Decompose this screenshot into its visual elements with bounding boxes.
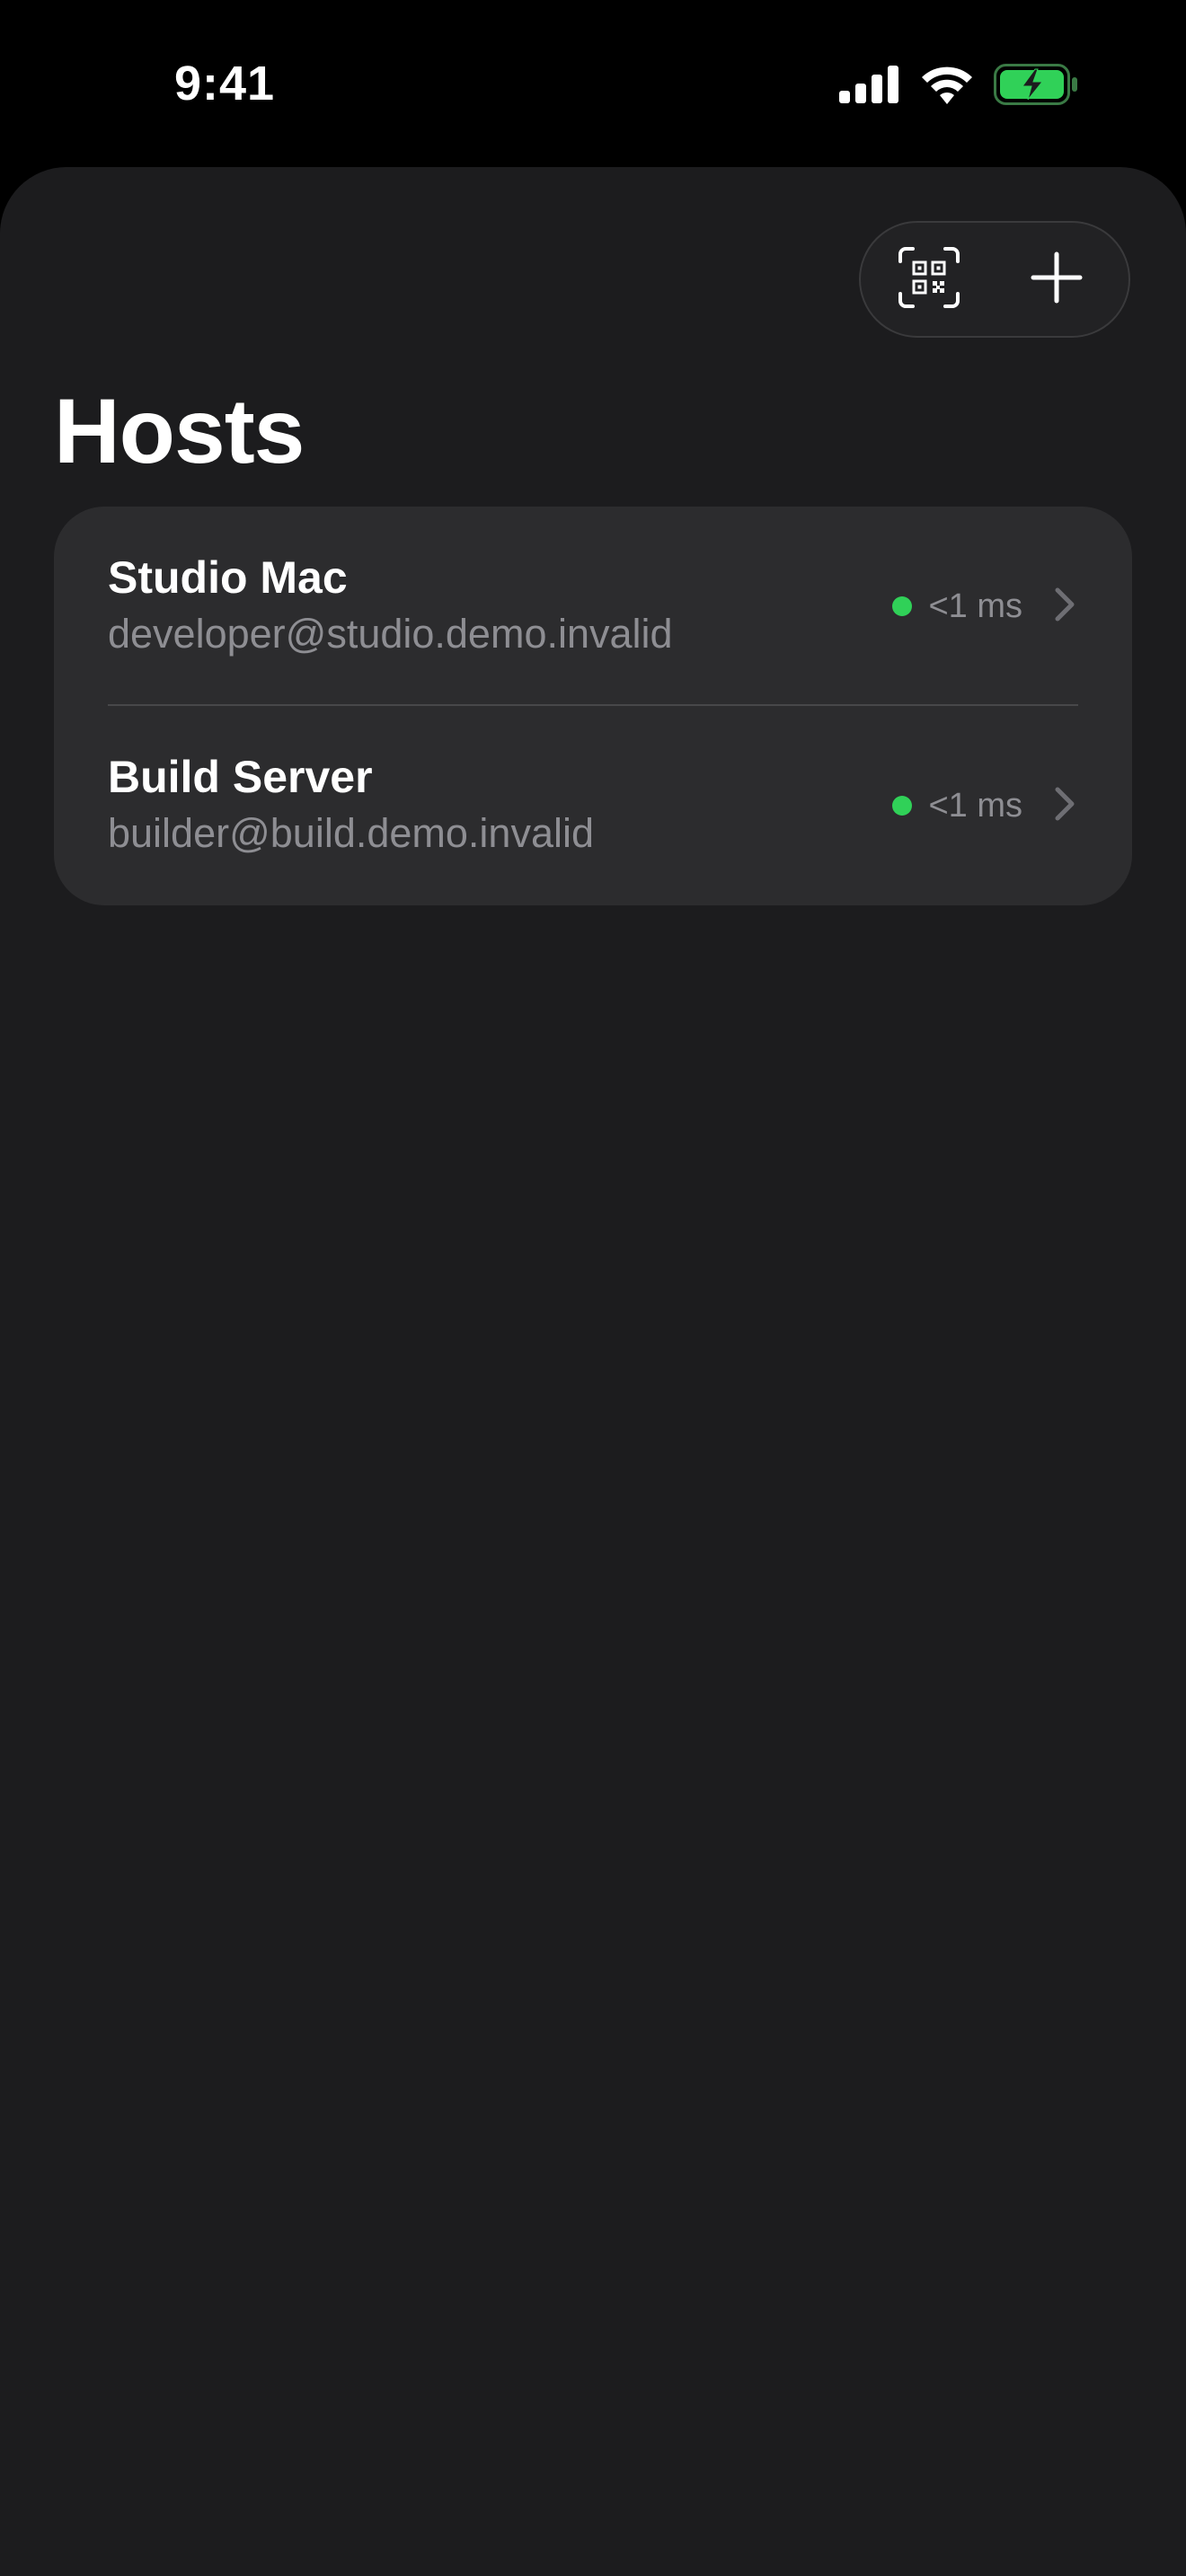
hosts-list: Studio Mac developer@studio.demo.invalid…	[54, 507, 1132, 905]
scan-qr-button[interactable]	[895, 245, 963, 313]
add-host-button[interactable]	[1022, 245, 1091, 313]
host-status: <1 ms	[892, 507, 1075, 706]
host-row-build-server[interactable]: Build Server builder@build.demo.invalid …	[54, 706, 1132, 905]
wifi-icon	[920, 65, 974, 109]
hosts-sheet: Hosts Studio Mac developer@studio.demo.i…	[0, 167, 1186, 2576]
latency-label: <1 ms	[928, 786, 1022, 825]
plus-icon	[1031, 251, 1083, 308]
online-status-dot	[892, 796, 913, 816]
cellular-signal-icon	[839, 65, 900, 108]
host-name: Studio Mac	[108, 552, 348, 603]
status-icons	[839, 63, 1078, 110]
latency-label: <1 ms	[928, 587, 1022, 625]
qr-code-scan-icon	[898, 246, 960, 313]
battery-charging-icon	[994, 63, 1078, 110]
host-name: Build Server	[108, 752, 373, 802]
online-status-dot	[892, 596, 913, 616]
host-row-studio-mac[interactable]: Studio Mac developer@studio.demo.invalid…	[54, 507, 1132, 706]
status-bar: 9:41	[0, 0, 1186, 167]
toolbar-actions	[859, 221, 1130, 338]
page-title: Hosts	[54, 380, 305, 482]
host-address: developer@studio.demo.invalid	[108, 611, 673, 657]
host-address: builder@build.demo.invalid	[108, 810, 594, 856]
host-status: <1 ms	[892, 706, 1075, 905]
chevron-right-icon	[1055, 787, 1075, 825]
chevron-right-icon	[1055, 587, 1075, 626]
status-time: 9:41	[174, 57, 276, 110]
